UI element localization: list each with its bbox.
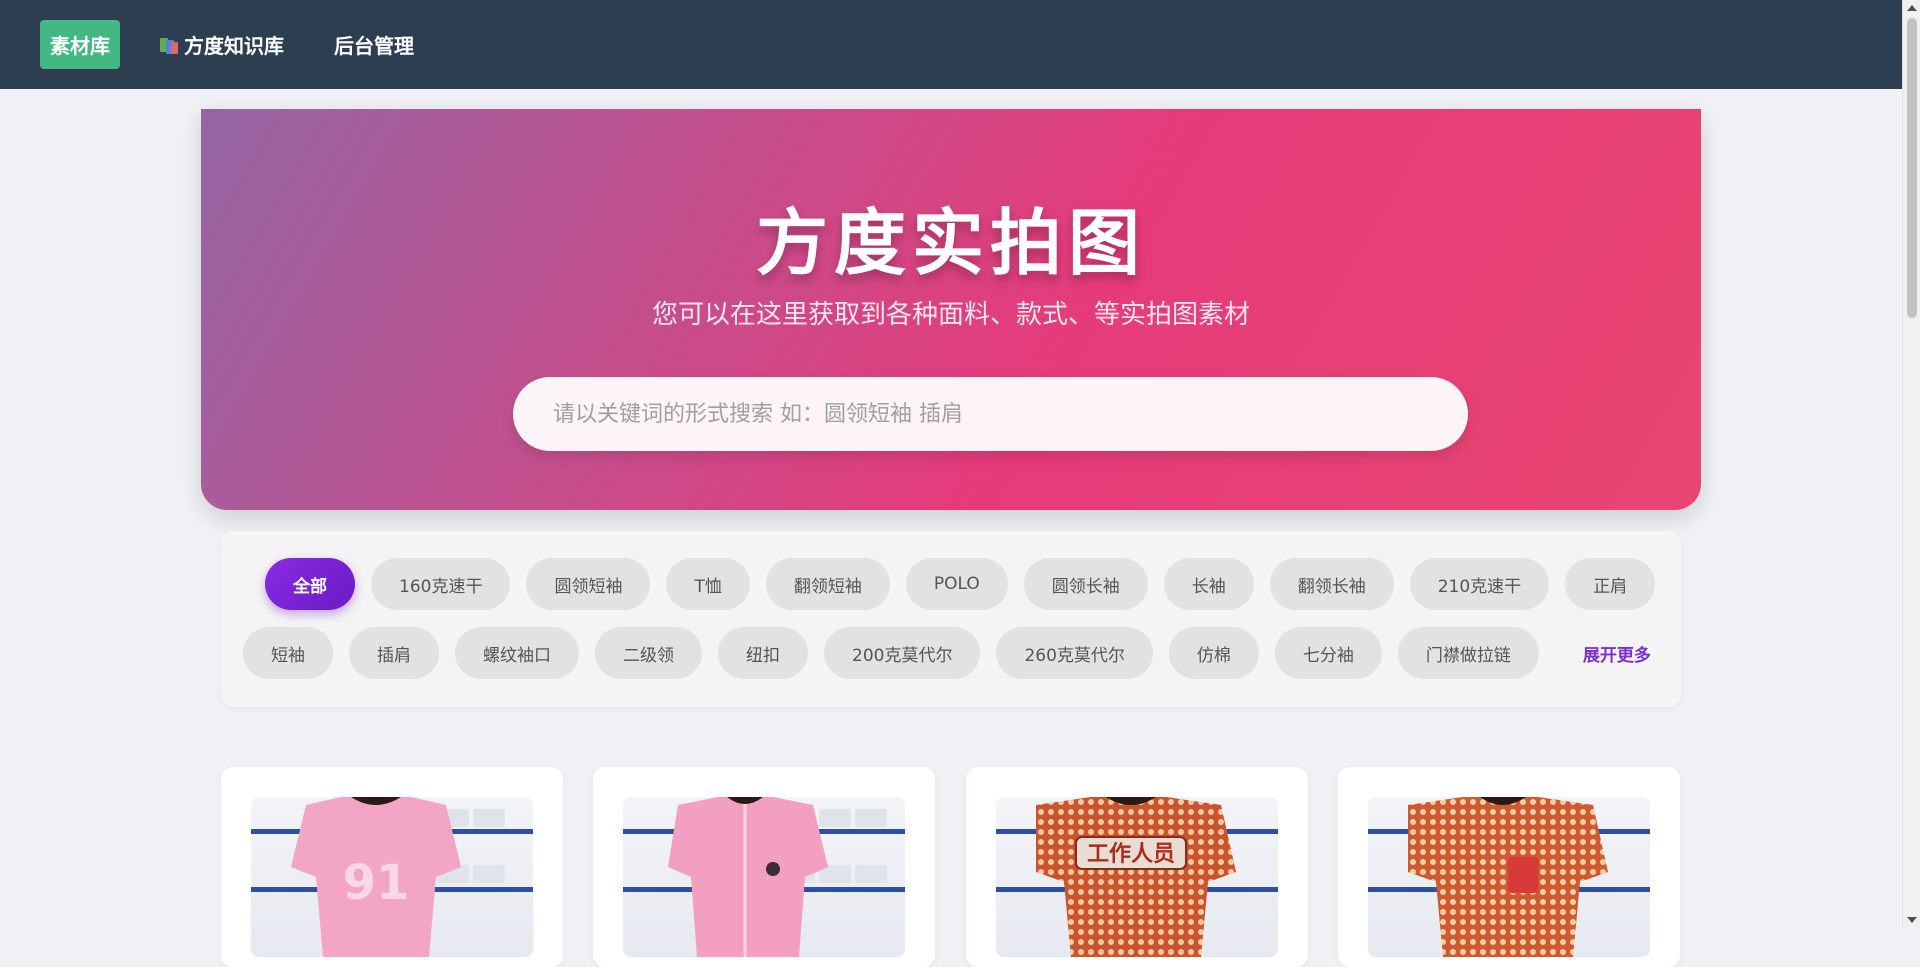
page-scrollbar[interactable]: [1902, 0, 1920, 928]
photo-card[interactable]: [593, 767, 935, 967]
pattern-shirt-front-photo[interactable]: [1368, 797, 1650, 957]
search-input[interactable]: [513, 377, 1468, 451]
page-subtitle: 您可以在这里获取到各种面料、款式、等实拍图素材: [651, 300, 1250, 330]
tag-chip[interactable]: 仿棉: [1168, 627, 1259, 679]
tag-chip[interactable]: 长袖: [1163, 558, 1254, 610]
page-title: 方度实拍图: [755, 201, 1146, 285]
tag-chip[interactable]: 翻领短袖: [765, 558, 890, 610]
tag-chip[interactable]: 螺纹袖口: [455, 627, 579, 679]
tag-chip[interactable]: 正肩: [1565, 558, 1656, 610]
scroll-up-icon[interactable]: [1907, 5, 1917, 11]
nav-item-label: 方度知识库: [184, 34, 284, 58]
tag-chip[interactable]: 210克速干: [1409, 558, 1550, 610]
nav-item-label: 后台管理: [334, 34, 414, 58]
tag-chip[interactable]: 短袖: [243, 627, 333, 679]
tag-chip[interactable]: 160克速干: [371, 558, 511, 610]
pink-jersey-front-photo[interactable]: [623, 797, 905, 957]
tag-chip[interactable]: 260克莫代尔: [996, 627, 1153, 679]
tag-row: 全部 160克速干 圆领短袖 T恤 翻领短袖 POLO 圆领长袖 长袖 翻领长袖…: [265, 558, 1671, 610]
tag-chip[interactable]: POLO: [905, 558, 1008, 610]
tag-chip[interactable]: 门襟做拉链: [1397, 627, 1539, 679]
tag-chip[interactable]: 圆领短袖: [526, 558, 651, 610]
books-icon: [160, 36, 180, 54]
hero-banner: 方度实拍图 您可以在这里获取到各种面料、款式、等实拍图素材: [201, 109, 1701, 510]
scroll-down-icon[interactable]: [1907, 917, 1917, 923]
nav-item-knowledge-base[interactable]: 方度知识库: [150, 20, 294, 69]
tag-chip[interactable]: 二级领: [595, 627, 702, 679]
tag-chip-all[interactable]: 全部: [265, 558, 355, 610]
tag-chip[interactable]: 七分袖: [1274, 627, 1382, 679]
tag-chip[interactable]: T恤: [666, 558, 750, 610]
svg-text:工作人员: 工作人员: [1087, 842, 1175, 867]
scroll-thumb[interactable]: [1907, 18, 1917, 318]
tag-chip[interactable]: 圆领长袖: [1023, 558, 1148, 610]
tag-chip[interactable]: 插肩: [349, 627, 439, 679]
photo-card[interactable]: [1338, 767, 1680, 967]
nav-item-material-library[interactable]: 素材库: [40, 20, 120, 69]
expand-more-link[interactable]: 展开更多: [1583, 641, 1651, 666]
tag-filter-panel: 全部 160克速干 圆领短袖 T恤 翻领短袖 POLO 圆领长袖 长袖 翻领长袖…: [221, 531, 1681, 707]
top-navbar: 素材库 方度知识库 后台管理: [0, 0, 1902, 89]
tag-chip[interactable]: 纽扣: [718, 627, 808, 679]
pink-jersey-back-photo[interactable]: 91: [251, 797, 533, 957]
photo-card[interactable]: 91: [221, 767, 563, 967]
tag-chip[interactable]: 200克莫代尔: [824, 627, 981, 679]
photo-card[interactable]: 工作人员: [966, 767, 1308, 967]
pattern-shirt-back-photo[interactable]: 工作人员: [996, 797, 1278, 957]
nav-item-label: 素材库: [50, 34, 110, 58]
tag-row: 短袖 插肩 螺纹袖口 二级领 纽扣 200克莫代尔 260克莫代尔 仿棉 七分袖…: [243, 627, 1651, 679]
nav-item-admin[interactable]: 后台管理: [324, 20, 424, 69]
svg-text:91: 91: [343, 855, 410, 911]
tag-chip[interactable]: 翻领长袖: [1269, 558, 1394, 610]
